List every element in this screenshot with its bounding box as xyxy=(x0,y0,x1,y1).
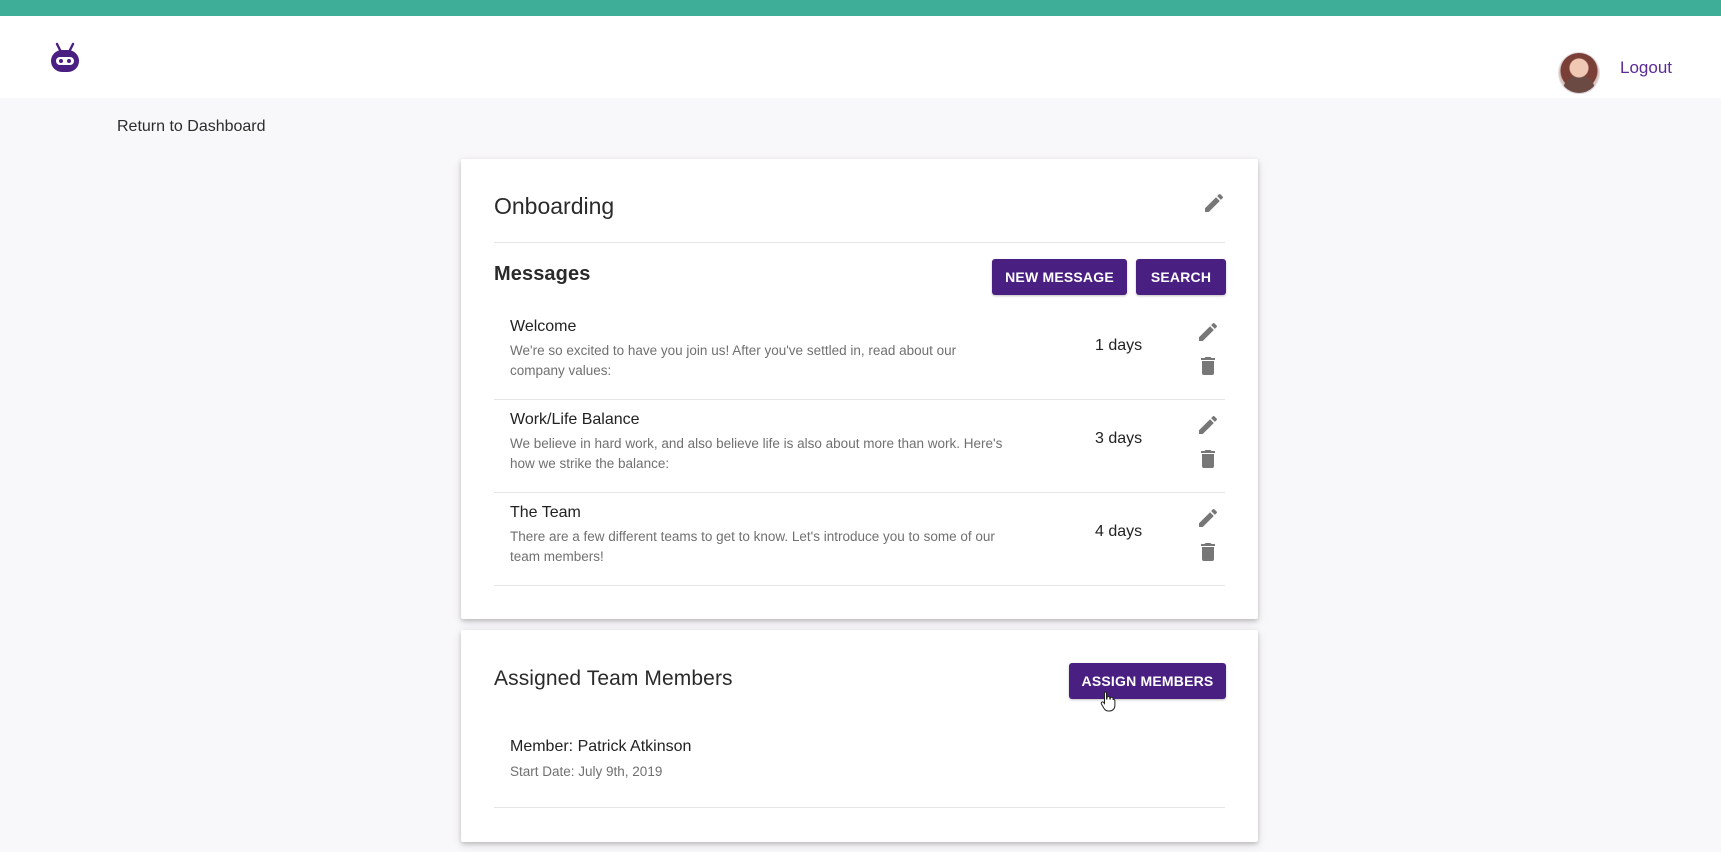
trash-icon[interactable] xyxy=(1196,354,1220,378)
hand-cursor-icon xyxy=(1100,691,1116,712)
pencil-icon[interactable] xyxy=(1196,506,1220,530)
app-header: Logout xyxy=(0,16,1721,98)
assign-members-button[interactable]: ASSIGN MEMBERS xyxy=(1069,663,1226,699)
trash-icon[interactable] xyxy=(1196,540,1220,564)
message-title: Welcome xyxy=(510,318,577,335)
message-body: There are a few different teams to get t… xyxy=(510,529,995,564)
pencil-icon[interactable] xyxy=(1196,413,1220,437)
page-title: Onboarding xyxy=(494,193,615,219)
pencil-icon[interactable] xyxy=(1202,191,1226,215)
message-title: The Team xyxy=(510,504,581,521)
message-days: 4 days xyxy=(1095,523,1143,540)
message-days: 1 days xyxy=(1095,337,1143,354)
member-start-date: Start Date: July 9th, 2019 xyxy=(510,764,663,779)
message-body: We're so excited to have you join us! Af… xyxy=(510,343,957,378)
title-divider xyxy=(494,242,1225,243)
new-message-button[interactable]: NEW MESSAGE xyxy=(992,259,1127,295)
list-item[interactable]: Welcome We're so excited to have you joi… xyxy=(494,306,1225,400)
search-button[interactable]: SEARCH xyxy=(1136,259,1226,295)
pencil-icon[interactable] xyxy=(1196,320,1220,344)
list-item[interactable]: The Team There are a few different teams… xyxy=(494,492,1225,586)
message-days: 3 days xyxy=(1095,430,1143,447)
onboarding-card: Onboarding Messages NEW MESSAGE SEARCH W… xyxy=(461,159,1258,619)
message-body: We believe in hard work, and also believ… xyxy=(510,436,1003,471)
robot-logo-icon[interactable] xyxy=(46,40,84,78)
trash-icon[interactable] xyxy=(1196,447,1220,471)
member-divider xyxy=(494,807,1225,808)
return-to-dashboard-link[interactable]: Return to Dashboard xyxy=(117,118,266,136)
member-name: Member: Patrick Atkinson xyxy=(510,738,692,755)
user-avatar[interactable] xyxy=(1558,52,1600,94)
team-card: Assigned Team Members ASSIGN MEMBERS Mem… xyxy=(461,630,1258,842)
brand-stripe xyxy=(0,0,1721,16)
message-title: Work/Life Balance xyxy=(510,411,640,428)
messages-heading: Messages xyxy=(494,263,591,285)
list-item[interactable]: Work/Life Balance We believe in hard wor… xyxy=(494,399,1225,493)
logout-link[interactable]: Logout xyxy=(1620,58,1672,78)
team-heading: Assigned Team Members xyxy=(494,667,733,690)
